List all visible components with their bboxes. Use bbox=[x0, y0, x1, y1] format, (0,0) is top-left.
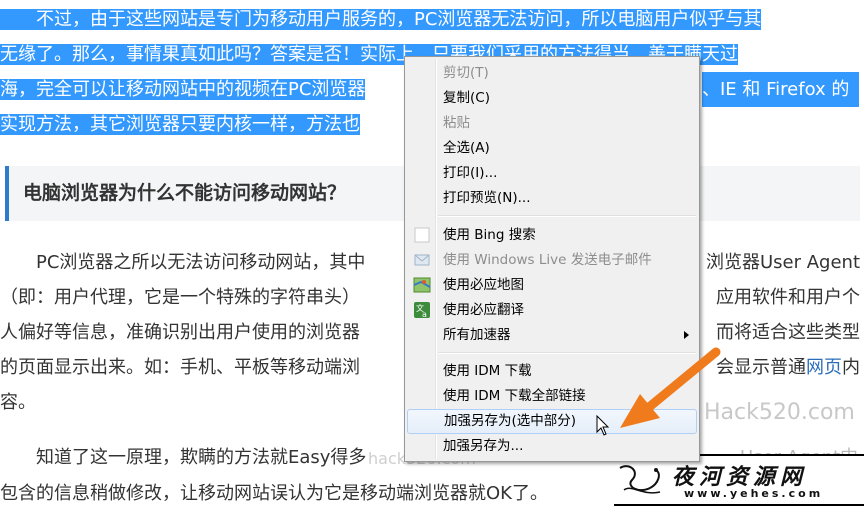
menu-item-cut: 剪切(T) bbox=[407, 61, 697, 86]
menu-item-print[interactable]: 打印(I)... bbox=[407, 161, 697, 186]
menu-item-copy[interactable]: 复制(C) bbox=[407, 86, 697, 111]
logo-url: www.yehes.com bbox=[684, 487, 824, 500]
paragraph-text: 而将适合这些类型 bbox=[716, 322, 860, 343]
bing-icon bbox=[414, 227, 430, 243]
selected-text: 实现方法，其它浏览器只要内核一样，方法也 bbox=[0, 114, 360, 135]
paragraph-text: 人偏好等信息，准确识别出用户使用的浏览器 bbox=[0, 322, 360, 343]
menu-item-bing-maps[interactable]: 使用必应地图 bbox=[407, 273, 697, 298]
menu-item-idm-download[interactable]: 使用 IDM 下载 bbox=[407, 359, 697, 384]
menu-item-label: 打印(I)... bbox=[443, 165, 498, 181]
menu-item-label: 使用必应翻译 bbox=[443, 302, 524, 318]
selected-text: 不过，由于这些网站是专门为移动用户服务的，PC浏览器无法访问，所以电脑用户似乎与… bbox=[0, 9, 762, 30]
menu-item-paste: 粘贴 bbox=[407, 111, 697, 136]
menu-item-select-all[interactable]: 全选(A) bbox=[407, 136, 697, 161]
selected-text: 海，完全可以让移动网站中的视频在PC浏览器 bbox=[0, 79, 366, 100]
menu-item-enhanced-save-selection[interactable]: 加强另存为(选中部分) bbox=[407, 409, 697, 434]
paragraph-text: 容。 bbox=[0, 392, 36, 413]
submenu-arrow-icon bbox=[684, 331, 689, 339]
article-line: 不过，由于这些网站是专门为移动用户服务的，PC浏览器无法访问，所以电脑用户似乎与… bbox=[0, 2, 866, 37]
bing-maps-icon bbox=[413, 277, 431, 293]
paragraph-text: 知道了这一原理，欺瞒的方法就Easy得多 bbox=[0, 447, 367, 468]
paragraph-text: 应用软件和用户个 bbox=[716, 287, 860, 308]
paragraph-text: （即：用户代理，它是一个特殊的字符串头） bbox=[0, 287, 360, 308]
menu-item-label: 使用 Bing 搜索 bbox=[443, 227, 536, 243]
menu-item-label: 所有加速器 bbox=[443, 327, 511, 343]
mouse-cursor-icon bbox=[596, 415, 610, 436]
logo-swirl-icon bbox=[619, 465, 661, 494]
menu-item-label: 复制(C) bbox=[443, 90, 490, 106]
svg-text:a: a bbox=[422, 310, 427, 319]
menu-separator bbox=[438, 215, 696, 217]
selected-text: 、IE 和 Firefox 的 bbox=[702, 72, 860, 107]
menu-item-label: 剪切(T) bbox=[443, 65, 489, 81]
menu-item-label: 使用 IDM 下载 bbox=[443, 363, 532, 379]
menu-item-label: 使用必应地图 bbox=[443, 277, 524, 293]
webpage-link[interactable]: 网页 bbox=[806, 357, 842, 378]
menu-item-label: 全选(A) bbox=[443, 140, 490, 156]
paragraph-text: PC浏览器之所以无法访问移动网站，其中 bbox=[0, 252, 366, 273]
menu-item-label: 粘贴 bbox=[443, 115, 470, 131]
paragraph-text: 的页面显示出来。如：手机、平板等移动端浏 bbox=[0, 357, 360, 378]
windows-live-mail-icon bbox=[414, 254, 430, 266]
bing-translate-icon: 文 a bbox=[414, 302, 430, 319]
paragraph-text: 内 bbox=[842, 357, 860, 378]
menu-item-label: 加强另存为(选中部分) bbox=[444, 413, 577, 429]
paragraph-text: 浏览器User Agent bbox=[705, 252, 860, 273]
paragraph-text: 包含的信息稍做修改，让移动网站误认为它是移动端浏览器就OK了。 bbox=[0, 483, 548, 504]
context-menu: 剪切(T) 复制(C) 粘贴 全选(A) 打印(I)... 打印预览(N)...… bbox=[404, 56, 700, 462]
menu-item-label: 使用 IDM 下载全部链接 bbox=[443, 388, 586, 404]
menu-item-idm-download-all[interactable]: 使用 IDM 下载全部链接 bbox=[407, 384, 697, 409]
menu-item-label: 使用 Windows Live 发送电子邮件 bbox=[443, 252, 652, 268]
menu-item-bing-translate[interactable]: 文 a 使用必应翻译 bbox=[407, 298, 697, 323]
menu-item-all-accelerators[interactable]: 所有加速器 bbox=[407, 323, 697, 348]
menu-item-enhanced-save-as[interactable]: 加强另存为... bbox=[407, 434, 697, 459]
menu-item-label: 加强另存为... bbox=[443, 438, 524, 454]
paragraph-text: 会显示普通 bbox=[716, 357, 806, 378]
menu-item-windows-live-mail: 使用 Windows Live 发送电子邮件 bbox=[407, 248, 697, 273]
section-heading-text: 电脑浏览器为什么不能访问移动网站？ bbox=[23, 182, 347, 204]
menu-item-label: 打印预览(N)... bbox=[443, 190, 531, 206]
menu-item-print-preview[interactable]: 打印预览(N)... bbox=[407, 186, 697, 211]
watermark: Hack520.com bbox=[704, 400, 855, 425]
menu-separator bbox=[438, 352, 696, 354]
menu-item-bing-search[interactable]: 使用 Bing 搜索 bbox=[407, 223, 697, 248]
